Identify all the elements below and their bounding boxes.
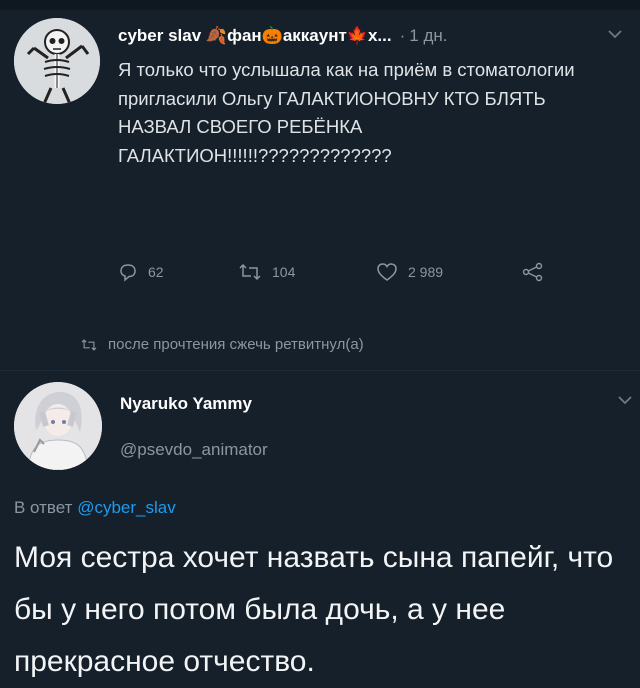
tweet-text: Я только что услышала как на приём в сто… (118, 59, 575, 166)
replying-prefix: В ответ (14, 498, 73, 517)
heart-icon (377, 263, 397, 281)
share-button[interactable] (522, 262, 544, 282)
tweet-header: cyber slav 🍂фан🎃аккаунт🍁х... · 1 дн. (118, 26, 628, 52)
chevron-down-icon[interactable] (608, 26, 622, 43)
anime-avatar-icon (14, 382, 102, 470)
retweeted-by[interactable]: после прочтения сжечь ретвитнул(а) (80, 336, 364, 353)
like-button[interactable]: 2 989 (376, 262, 443, 282)
reply-text: Моя сестра хочет назвать сына папейг, чт… (14, 541, 614, 678)
author-name[interactable]: cyber slav 🍂фан🎃аккаунт🍁х... (118, 26, 392, 45)
reply-button[interactable]: 62 (118, 262, 164, 282)
skeleton-avatar-icon (14, 18, 100, 104)
retweet-count: 104 (272, 264, 296, 280)
retweet-icon (239, 263, 261, 281)
share-icon (522, 262, 543, 282)
reply-author-avatar[interactable] (14, 382, 102, 470)
replying-to: В ответ @cyber_slav (14, 498, 176, 518)
top-strip (0, 0, 640, 10)
like-count: 2 989 (408, 264, 444, 280)
chevron-down-icon[interactable] (618, 392, 632, 409)
reply-icon (120, 264, 136, 282)
retweeted-by-label: после прочтения сжечь ретвитнул(а) (108, 336, 364, 353)
tweet-actions: 62 104 2 989 (118, 262, 568, 284)
author-avatar[interactable] (14, 18, 100, 104)
retweet-button[interactable]: 104 (238, 262, 295, 282)
reply-author-handle[interactable]: @psevdo_animator (120, 440, 268, 460)
tweet-time[interactable]: 1 дн. (409, 26, 447, 45)
divider (0, 370, 640, 371)
reply-count: 62 (148, 264, 164, 280)
separator-dot: · (399, 26, 406, 45)
retweet-icon (81, 338, 97, 351)
replying-to-link[interactable]: @cyber_slav (77, 498, 176, 517)
reply-author-name[interactable]: Nyaruko Yammy (120, 394, 252, 414)
